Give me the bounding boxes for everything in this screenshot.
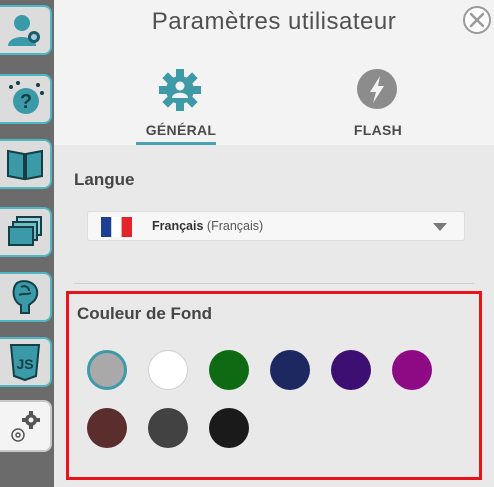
color-swatch[interactable] [148, 408, 188, 448]
section-divider [74, 283, 474, 284]
user-profile-icon [8, 15, 40, 46]
page-title: Paramètres utilisateur [151, 8, 397, 35]
rail-javascript-button[interactable]: JS [0, 337, 52, 387]
javascript-icon: JS [9, 344, 41, 382]
close-button[interactable] [462, 5, 492, 35]
tab-flash-label: FLASH [353, 122, 403, 138]
rail-user-profile-button[interactable] [0, 5, 52, 55]
rail-settings-button[interactable] [0, 400, 52, 452]
rail-windows-button[interactable] [0, 207, 52, 257]
language-select[interactable]: Français (Français) [87, 211, 465, 241]
brain-head-icon [12, 280, 39, 314]
color-swatch[interactable] [270, 350, 310, 390]
left-tool-rail: ? JS [0, 0, 54, 487]
language-section-title: Langue [74, 170, 135, 189]
open-book-icon [7, 149, 43, 181]
user-settings-panel: Paramètres utilisateur GÉNÉRAL FLASH Lan… [54, 0, 494, 487]
windows-stack-icon [8, 216, 42, 246]
svg-text:JS: JS [16, 356, 33, 372]
help-question-icon: ? [9, 81, 44, 114]
tab-general-label: GÉNÉRAL [145, 122, 217, 138]
chevron-down-icon [433, 223, 447, 231]
settings-gears-icon [11, 411, 40, 442]
rail-book-button[interactable] [0, 139, 52, 189]
svg-text:?: ? [20, 91, 32, 113]
background-color-section: Couleur de Fond [66, 291, 482, 480]
gear-user-icon [159, 69, 201, 111]
color-swatch[interactable] [87, 350, 127, 390]
color-swatch[interactable] [331, 350, 371, 390]
background-color-title: Couleur de Fond [77, 304, 213, 323]
flash-icon [357, 69, 397, 109]
rail-brain-button[interactable] [0, 272, 52, 322]
color-swatch[interactable] [87, 408, 127, 448]
active-tab-indicator [136, 142, 216, 145]
language-select-value: Français (Français) [152, 219, 263, 233]
color-swatch[interactable] [392, 350, 432, 390]
rail-help-button[interactable]: ? [0, 74, 52, 124]
language-native-name: (Français) [206, 219, 264, 233]
color-swatch[interactable] [209, 408, 249, 448]
france-flag-icon [101, 217, 132, 237]
color-swatch[interactable] [209, 350, 249, 390]
color-swatch[interactable] [148, 350, 188, 390]
panel-header: Paramètres utilisateur GÉNÉRAL FLASH [54, 0, 494, 145]
language-name: Français [152, 219, 204, 233]
close-icon [463, 6, 491, 34]
